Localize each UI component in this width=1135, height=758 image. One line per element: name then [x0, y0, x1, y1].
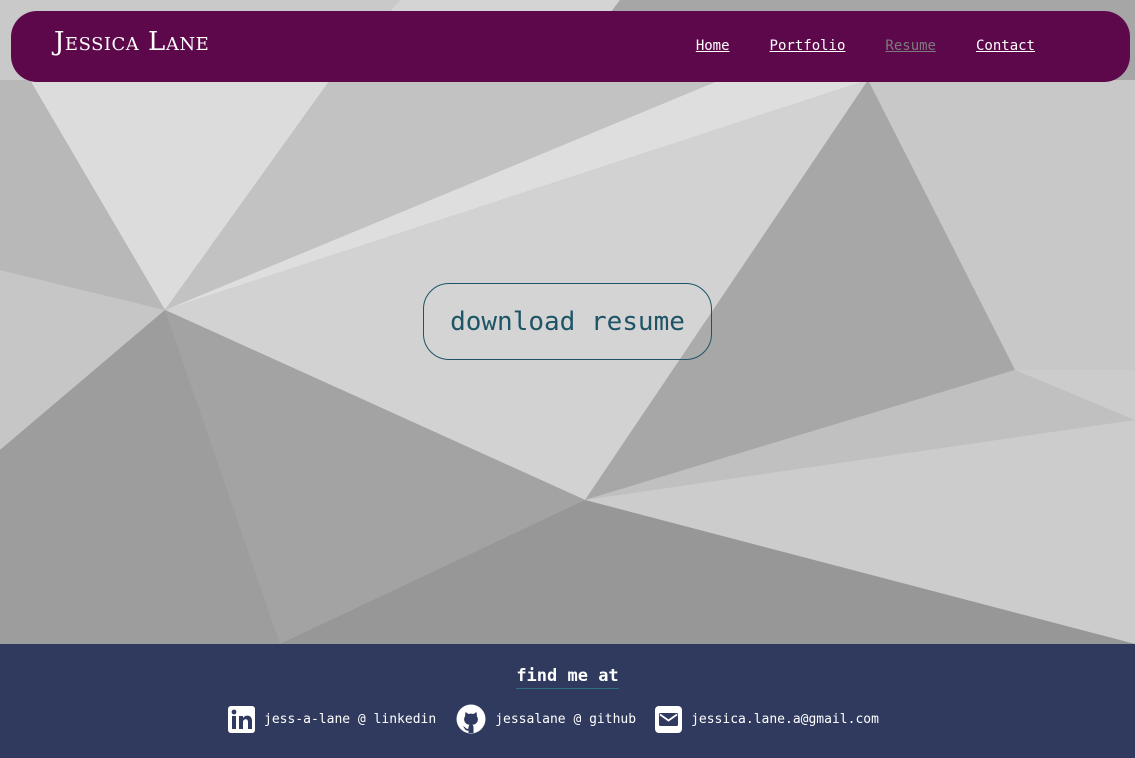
- nav-link-contact[interactable]: Contact: [976, 36, 1035, 56]
- linkedin-link-label: jess-a-lane @ linkedin: [264, 711, 437, 727]
- nav-link-home[interactable]: Home: [696, 36, 730, 56]
- top-navbar: Jessica Lane Home Portfolio Resume Conta…: [11, 11, 1130, 82]
- github-link-label: jessalane @ github: [495, 711, 637, 727]
- nav-links: Home Portfolio Resume Contact: [696, 36, 1035, 56]
- contact-links: jess-a-lane @ linkedin jessalane @ githu…: [228, 704, 879, 734]
- github-link[interactable]: jessalane @ github: [456, 704, 636, 734]
- linkedin-icon: [228, 705, 255, 733]
- github-icon: [456, 704, 486, 734]
- linkedin-link[interactable]: jess-a-lane @ linkedin: [228, 705, 437, 733]
- download-resume-button[interactable]: download resume: [423, 283, 712, 360]
- nav-link-portfolio[interactable]: Portfolio: [770, 36, 846, 56]
- footer-title: find me at: [516, 666, 619, 689]
- footer: find me at jess-a-lane @ linkedin jessal…: [0, 644, 1135, 758]
- envelope-icon: [655, 705, 683, 733]
- email-link-label: jessica.lane.a@gmail.com: [691, 711, 879, 727]
- email-link[interactable]: jessica.lane.a@gmail.com: [655, 705, 879, 733]
- site-brand[interactable]: Jessica Lane: [54, 25, 209, 59]
- nav-link-resume[interactable]: Resume: [885, 36, 936, 56]
